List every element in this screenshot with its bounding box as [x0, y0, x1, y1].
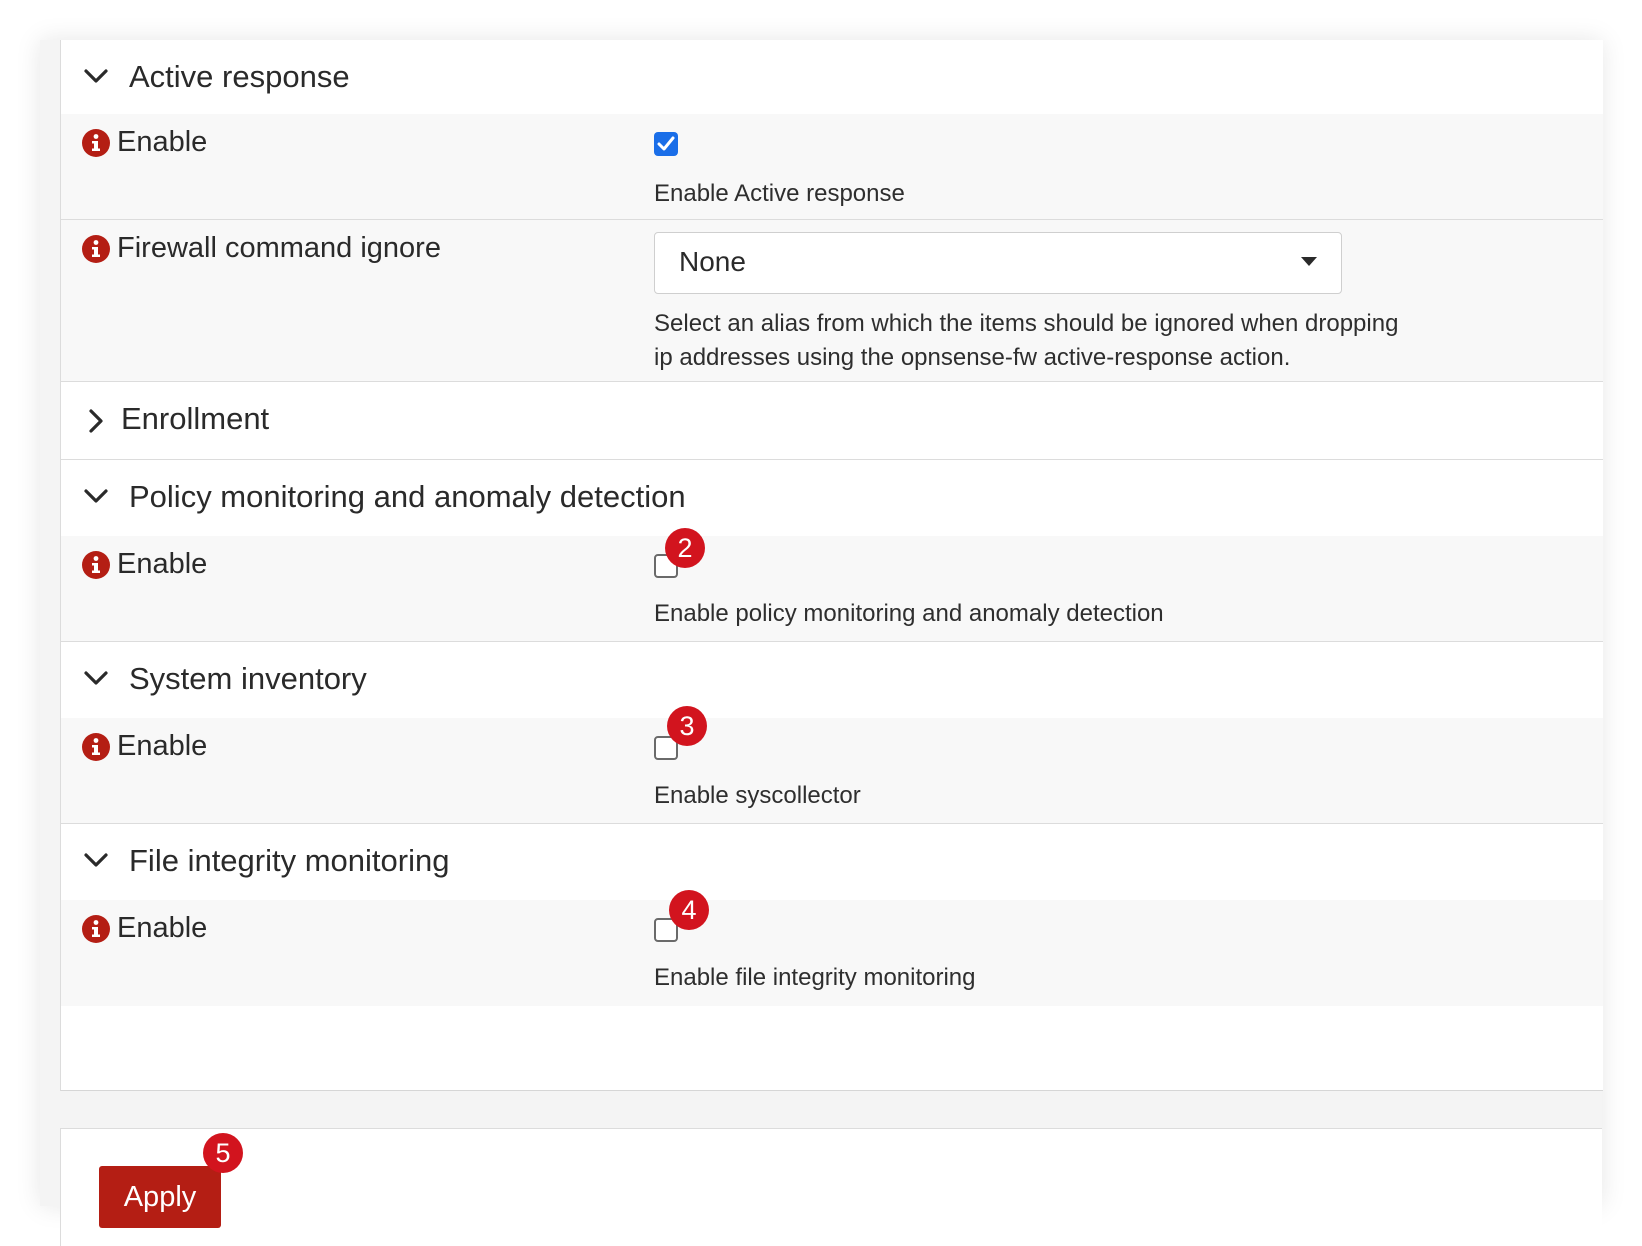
section-title: Active response [129, 59, 350, 94]
section-header-enrollment[interactable]: Enrollment [61, 382, 1603, 460]
field-label: Enable [117, 730, 208, 762]
select-value: None [679, 246, 746, 277]
section-header-file-integrity[interactable]: File integrity monitoring [61, 824, 1603, 902]
form-footer: Apply 5 [60, 1128, 1602, 1246]
field-label: Enable [117, 548, 208, 580]
field-row-system-inventory-enable: Enable 3 Enable syscollector [61, 706, 1603, 824]
section-header-system-inventory[interactable]: System inventory [61, 642, 1603, 720]
field-row-policy-monitoring-enable: Enable 2 Enable policy monitoring and an… [61, 528, 1603, 642]
section-title: System inventory [129, 661, 367, 696]
chevron-down-icon [84, 853, 108, 867]
step-badge: 5 [203, 1133, 243, 1173]
section-title: File integrity monitoring [129, 843, 450, 878]
settings-frame: Active response Enable Enable Active res… [40, 40, 1603, 1246]
section-title: Policy monitoring and anomaly detection [129, 479, 686, 514]
step-badge: 4 [669, 890, 709, 930]
info-icon[interactable] [81, 234, 111, 264]
info-icon[interactable] [81, 732, 111, 762]
field-label: Enable [117, 126, 208, 158]
field-help: Enable policy monitoring and anomaly det… [654, 600, 1164, 627]
field-row-file-integrity-enable: Enable 4 Enable file integrity monitorin… [61, 890, 1603, 1006]
field-row-active-response-enable: Enable Enable Active response [61, 114, 1603, 220]
step-badge: 2 [665, 528, 705, 568]
info-icon[interactable] [81, 550, 111, 580]
field-help: Enable syscollector [654, 782, 861, 809]
field-row-firewall-command-ignore: Firewall command ignore None Select an a… [61, 220, 1603, 382]
chevron-down-icon [84, 489, 108, 503]
step-badge: 3 [667, 706, 707, 746]
field-label: Enable [117, 912, 208, 944]
field-help-line-2: ip addresses using the opnsense-fw activ… [654, 344, 1291, 371]
info-icon[interactable] [81, 128, 111, 158]
caret-down-icon [1301, 257, 1317, 266]
chevron-down-icon [84, 671, 108, 685]
section-title: Enrollment [121, 401, 270, 436]
field-help: Enable file integrity monitoring [654, 964, 976, 991]
settings-panel: Active response Enable Enable Active res… [60, 40, 1603, 1091]
firewall-command-ignore-select[interactable]: None [654, 232, 1342, 294]
chevron-down-icon [84, 69, 108, 83]
field-help-line-1: Select an alias from which the items sho… [654, 310, 1399, 337]
field-label: Firewall command ignore [117, 232, 441, 264]
section-header-policy-monitoring[interactable]: Policy monitoring and anomaly detection [61, 460, 1603, 538]
enable-active-response-checkbox[interactable] [654, 132, 678, 156]
chevron-right-icon [89, 409, 103, 433]
info-icon[interactable] [81, 914, 111, 944]
section-header-active-response[interactable]: Active response [61, 40, 1603, 118]
field-help: Enable Active response [654, 180, 905, 207]
apply-button[interactable]: Apply [99, 1166, 221, 1228]
